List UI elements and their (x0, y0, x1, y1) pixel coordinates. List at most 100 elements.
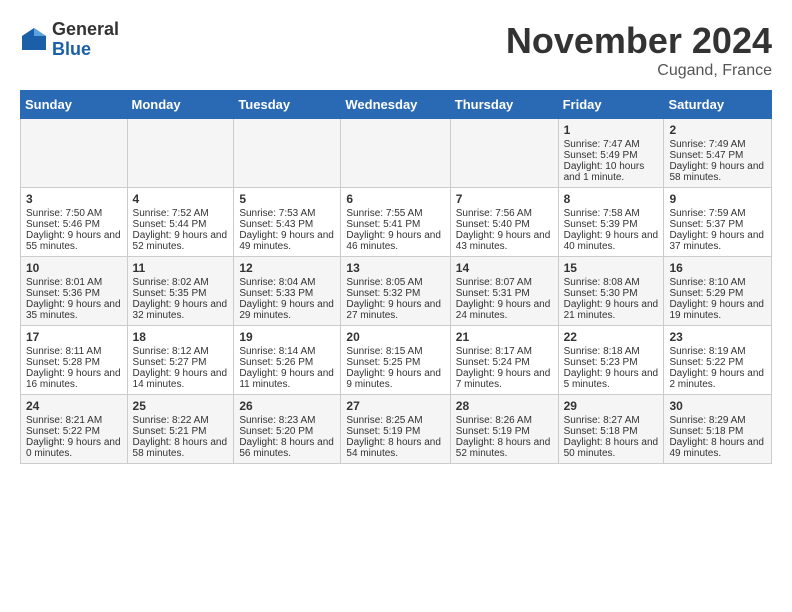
day-number: 9 (669, 192, 766, 206)
day-info: Daylight: 9 hours and 49 minutes. (239, 230, 335, 252)
day-number: 18 (133, 330, 229, 344)
day-info: Sunset: 5:36 PM (26, 288, 122, 299)
col-header-wednesday: Wednesday (341, 91, 450, 119)
day-number: 23 (669, 330, 766, 344)
day-info: Sunrise: 8:15 AM (346, 346, 444, 357)
day-info: Daylight: 9 hours and 19 minutes. (669, 299, 766, 321)
location: Cugand, France (506, 62, 772, 80)
day-info: Sunrise: 8:04 AM (239, 277, 335, 288)
day-info: Sunrise: 8:05 AM (346, 277, 444, 288)
day-number: 22 (564, 330, 659, 344)
day-info: Sunrise: 8:27 AM (564, 415, 659, 426)
day-info: Sunset: 5:41 PM (346, 219, 444, 230)
day-number: 15 (564, 261, 659, 275)
calendar-cell: 24Sunrise: 8:21 AMSunset: 5:22 PMDayligh… (21, 395, 128, 464)
day-info: Daylight: 9 hours and 29 minutes. (239, 299, 335, 321)
day-info: Daylight: 9 hours and 58 minutes. (669, 161, 766, 183)
calendar-cell: 16Sunrise: 8:10 AMSunset: 5:29 PMDayligh… (664, 257, 772, 326)
calendar-cell: 6Sunrise: 7:55 AMSunset: 5:41 PMDaylight… (341, 188, 450, 257)
day-info: Sunset: 5:44 PM (133, 219, 229, 230)
calendar-week-row: 17Sunrise: 8:11 AMSunset: 5:28 PMDayligh… (21, 326, 772, 395)
day-info: Sunrise: 7:49 AM (669, 139, 766, 150)
calendar-table: SundayMondayTuesdayWednesdayThursdayFrid… (20, 90, 772, 464)
day-number: 7 (456, 192, 553, 206)
calendar-cell (341, 119, 450, 188)
day-info: Sunrise: 8:21 AM (26, 415, 122, 426)
day-info: Daylight: 9 hours and 27 minutes. (346, 299, 444, 321)
day-info: Daylight: 9 hours and 11 minutes. (239, 368, 335, 390)
calendar-cell: 8Sunrise: 7:58 AMSunset: 5:39 PMDaylight… (558, 188, 664, 257)
day-info: Daylight: 8 hours and 49 minutes. (669, 437, 766, 459)
calendar-cell: 1Sunrise: 7:47 AMSunset: 5:49 PMDaylight… (558, 119, 664, 188)
logo-icon (20, 26, 48, 54)
day-info: Sunrise: 8:23 AM (239, 415, 335, 426)
day-info: Daylight: 9 hours and 40 minutes. (564, 230, 659, 252)
day-info: Sunset: 5:37 PM (669, 219, 766, 230)
day-info: Sunset: 5:26 PM (239, 357, 335, 368)
day-info: Sunset: 5:21 PM (133, 426, 229, 437)
day-info: Sunset: 5:19 PM (346, 426, 444, 437)
calendar-cell: 13Sunrise: 8:05 AMSunset: 5:32 PMDayligh… (341, 257, 450, 326)
day-info: Daylight: 9 hours and 37 minutes. (669, 230, 766, 252)
day-info: Daylight: 9 hours and 52 minutes. (133, 230, 229, 252)
day-info: Sunset: 5:30 PM (564, 288, 659, 299)
day-info: Sunrise: 8:18 AM (564, 346, 659, 357)
day-number: 10 (26, 261, 122, 275)
logo: General Blue (20, 20, 119, 60)
day-info: Sunrise: 7:47 AM (564, 139, 659, 150)
day-info: Sunrise: 8:10 AM (669, 277, 766, 288)
day-info: Daylight: 9 hours and 32 minutes. (133, 299, 229, 321)
day-number: 4 (133, 192, 229, 206)
day-number: 21 (456, 330, 553, 344)
page-header: General Blue November 2024 Cugand, Franc… (20, 20, 772, 80)
day-info: Daylight: 9 hours and 7 minutes. (456, 368, 553, 390)
calendar-cell: 10Sunrise: 8:01 AMSunset: 5:36 PMDayligh… (21, 257, 128, 326)
day-info: Daylight: 9 hours and 46 minutes. (346, 230, 444, 252)
calendar-cell: 27Sunrise: 8:25 AMSunset: 5:19 PMDayligh… (341, 395, 450, 464)
day-number: 16 (669, 261, 766, 275)
day-info: Daylight: 9 hours and 21 minutes. (564, 299, 659, 321)
day-info: Daylight: 9 hours and 35 minutes. (26, 299, 122, 321)
day-info: Sunset: 5:35 PM (133, 288, 229, 299)
calendar-cell: 12 Sunrise: 8:04 AMSunset: 5:33 PMDayligh… (234, 257, 341, 326)
day-number: 5 (239, 192, 335, 206)
calendar-cell: 5Sunrise: 7:53 AMSunset: 5:43 PMDaylight… (234, 188, 341, 257)
day-number: 29 (564, 399, 659, 413)
day-info: Sunrise: 8:26 AM (456, 415, 553, 426)
calendar-cell: 28Sunrise: 8:26 AMSunset: 5:19 PMDayligh… (450, 395, 558, 464)
col-header-tuesday: Tuesday (234, 91, 341, 119)
day-info: Sunrise: 8:12 AM (133, 346, 229, 357)
day-info: Sunrise: 7:56 AM (456, 208, 553, 219)
calendar-header-row: SundayMondayTuesdayWednesdayThursdayFrid… (21, 91, 772, 119)
day-info: Daylight: 9 hours and 2 minutes. (669, 368, 766, 390)
day-number: 28 (456, 399, 553, 413)
calendar-cell: 15Sunrise: 8:08 AMSunset: 5:30 PMDayligh… (558, 257, 664, 326)
calendar-cell: 17Sunrise: 8:11 AMSunset: 5:28 PMDayligh… (21, 326, 128, 395)
day-info: Sunrise: 8:22 AM (133, 415, 229, 426)
day-number: 26 (239, 399, 335, 413)
day-info: Sunrise: 8:19 AM (669, 346, 766, 357)
day-number: 8 (564, 192, 659, 206)
calendar-cell: 4 Sunrise: 7:52 AMSunset: 5:44 PMDaylight… (127, 188, 234, 257)
day-info: Sunrise: 8:17 AM (456, 346, 553, 357)
day-info: Daylight: 8 hours and 52 minutes. (456, 437, 553, 459)
day-info: Daylight: 9 hours and 24 minutes. (456, 299, 553, 321)
day-info: Sunrise: 7:59 AM (669, 208, 766, 219)
calendar-cell: 14Sunrise: 8:07 AMSunset: 5:31 PMDayligh… (450, 257, 558, 326)
day-info: Sunset: 5:39 PM (564, 219, 659, 230)
calendar-cell: 3Sunrise: 7:50 AMSunset: 5:46 PMDaylight… (21, 188, 128, 257)
col-header-monday: Monday (127, 91, 234, 119)
day-info: Sunrise: 7:52 AM (133, 208, 229, 219)
logo-general-text: General (52, 20, 119, 40)
col-header-sunday: Sunday (21, 91, 128, 119)
day-number: 30 (669, 399, 766, 413)
day-info: Sunset: 5:33 PM (239, 288, 335, 299)
day-info: Sunrise: 8:11 AM (26, 346, 122, 357)
day-number: 12 (239, 261, 335, 275)
calendar-cell: 19Sunrise: 8:14 AMSunset: 5:26 PMDayligh… (234, 326, 341, 395)
calendar-cell: 2Sunrise: 7:49 AMSunset: 5:47 PMDaylight… (664, 119, 772, 188)
day-number: 20 (346, 330, 444, 344)
day-info: Sunset: 5:32 PM (346, 288, 444, 299)
day-number: 19 (239, 330, 335, 344)
day-info: Daylight: 9 hours and 9 minutes. (346, 368, 444, 390)
